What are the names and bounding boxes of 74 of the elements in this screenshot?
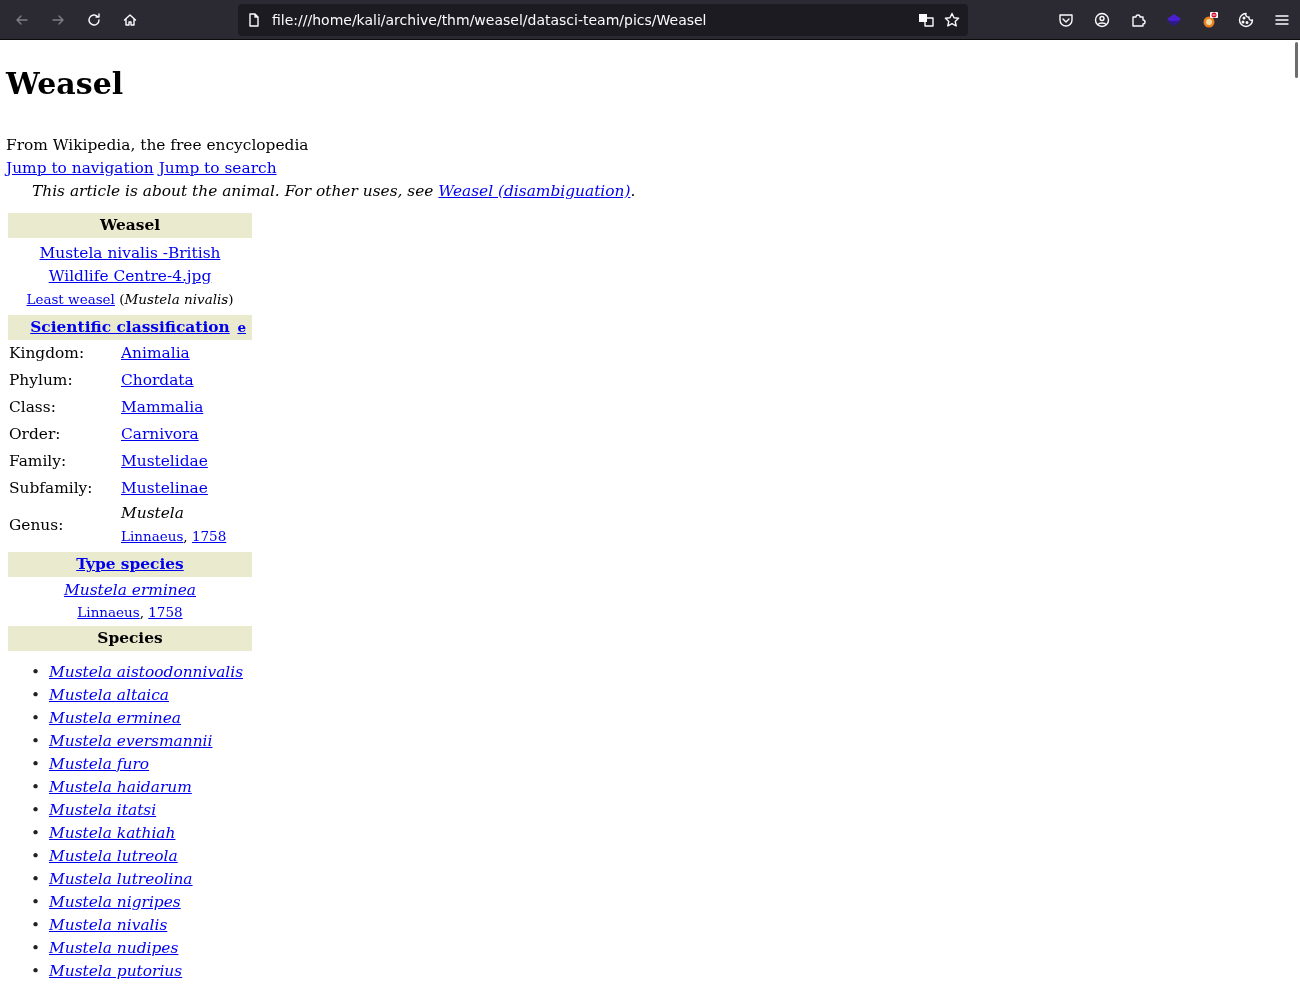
bullet: • xyxy=(31,777,42,798)
species-link[interactable]: Mustela nigripes xyxy=(49,891,181,914)
image-caption: Least weasel (Mustela nivalis) xyxy=(26,291,234,307)
bullet: • xyxy=(31,800,42,821)
taxon-link[interactable]: Chordata xyxy=(121,371,194,389)
bullet: • xyxy=(31,938,42,959)
genus-name: Mustela xyxy=(121,504,184,522)
bullet: • xyxy=(31,846,42,867)
edit-link[interactable]: e xyxy=(237,315,246,340)
species-link[interactable]: Mustela nudipes xyxy=(49,937,179,960)
bullet: • xyxy=(31,685,42,706)
species-link[interactable]: Mustela lutreolina xyxy=(49,868,193,891)
authority-link[interactable]: Linnaeus xyxy=(77,604,140,620)
pocket-icon[interactable] xyxy=(1058,11,1074,28)
species-link[interactable]: Mustela eversmannii xyxy=(49,730,213,753)
taxon-link[interactable]: Mustelinae xyxy=(121,479,208,497)
page-title: Weasel xyxy=(6,65,124,103)
taxon-link[interactable]: Mammalia xyxy=(121,398,204,416)
authority-citation: Linnaeus, 1758 xyxy=(121,528,227,544)
year-link[interactable]: 1758 xyxy=(148,604,183,620)
species-link[interactable]: Mustela erminea xyxy=(49,707,182,730)
species-heading: Species xyxy=(8,626,252,651)
rank-label: Kingdom: xyxy=(8,343,86,364)
jump-link[interactable]: Jump to navigation xyxy=(6,159,154,177)
hatnote: This article is about the animal. For other uses, see Weasel (disambiguation). xyxy=(31,181,637,202)
scrollbar-thumb[interactable] xyxy=(1294,42,1298,78)
species-link[interactable]: Mustela kathiah xyxy=(49,822,176,845)
rank-label: Phylum: xyxy=(8,370,74,391)
image-link[interactable]: Mustela nivalis -British Wildlife Centre-4.jpg xyxy=(35,242,225,288)
rank-label: Family: xyxy=(8,451,68,472)
infobox-title: Weasel xyxy=(8,213,252,238)
taxon-link[interactable]: Animalia xyxy=(121,344,190,362)
bullet: • xyxy=(31,961,42,982)
rank-label: Class: xyxy=(8,397,57,418)
fox-icon[interactable] xyxy=(1202,11,1218,28)
species-link[interactable]: Mustela itatsi xyxy=(49,799,157,822)
address-bar[interactable]: file:///home/kali/archive/thm/weasel/datasci-team/pics/Weasel xyxy=(238,3,968,36)
species-link[interactable]: Mustela aistoodonnivalis xyxy=(49,661,244,684)
reload-icon[interactable] xyxy=(86,11,102,28)
section-heading-link[interactable]: Scientific classification xyxy=(30,315,230,340)
disambiguation-link[interactable]: Weasel (disambiguation) xyxy=(438,182,631,200)
species-name-link[interactable]: Mustela erminea xyxy=(64,581,196,599)
species-link[interactable]: Mustela putorius xyxy=(49,960,183,983)
taxon-link[interactable]: Mustelidae xyxy=(121,452,208,470)
year-link[interactable]: 1758 xyxy=(191,528,227,544)
jump-link[interactable]: Jump to search xyxy=(158,159,277,177)
home-icon[interactable] xyxy=(122,11,138,28)
species-link[interactable]: Mustela haidarum xyxy=(49,776,192,799)
species-link[interactable]: Mustela furo xyxy=(49,753,150,776)
bullet: • xyxy=(31,915,42,936)
bullet: • xyxy=(31,662,42,683)
bullet: • xyxy=(31,823,42,844)
translate-icon[interactable] xyxy=(918,11,934,28)
tagline: From Wikipedia, the free encyclopedia xyxy=(6,136,309,154)
taxon-link[interactable]: Carnivora xyxy=(121,425,199,443)
bullet: • xyxy=(31,892,42,913)
rank-label: Subfamily: xyxy=(8,478,94,499)
species-link[interactable]: Mustela nivalis xyxy=(49,914,168,937)
bullet: • xyxy=(31,708,42,729)
page-icon xyxy=(246,11,262,28)
bullet: • xyxy=(31,731,42,752)
bullet: • xyxy=(31,754,42,775)
rank-label: Genus: xyxy=(8,514,65,536)
cookie-icon[interactable] xyxy=(1238,11,1254,28)
caption-link[interactable]: Least weasel xyxy=(26,291,115,307)
species-link[interactable]: Mustela lutreola xyxy=(49,845,178,868)
rank-label: Order: xyxy=(8,424,62,445)
url-text: file:///home/kali/archive/thm/weasel/datasci-team/pics/Weasel xyxy=(272,11,708,28)
species-link[interactable]: Mustela altaica xyxy=(49,684,170,707)
puzzle-icon[interactable] xyxy=(1130,11,1146,28)
authority-citation: Linnaeus, 1758 xyxy=(77,604,183,620)
bullet: • xyxy=(31,869,42,890)
star-icon[interactable] xyxy=(944,11,960,28)
account-icon[interactable] xyxy=(1094,11,1110,28)
